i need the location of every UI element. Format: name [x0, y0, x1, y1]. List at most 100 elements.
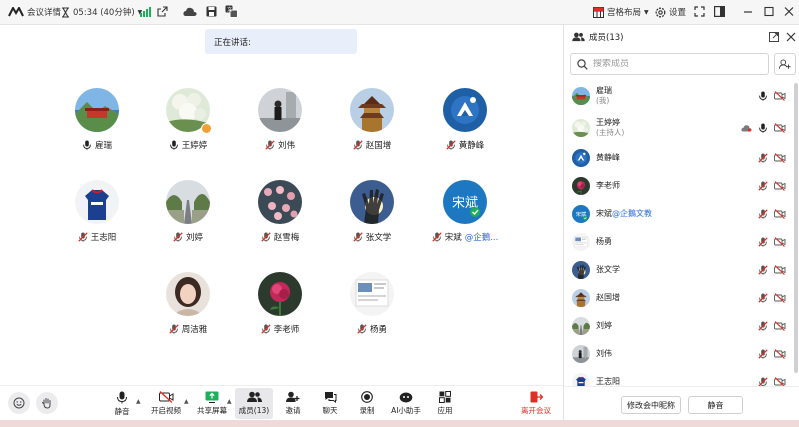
chat-button[interactable]: 聊天	[310, 388, 350, 419]
participant-tile[interactable]: 王婷婷	[138, 88, 238, 151]
microphone-muted-icon[interactable]	[758, 321, 768, 331]
member-search-input[interactable]	[593, 59, 763, 69]
leave-meeting-button[interactable]: 离开会议	[516, 388, 556, 419]
share-screen-button[interactable]: 共享屏幕	[192, 388, 232, 419]
save-icon[interactable]	[206, 6, 217, 17]
grid-layout-button[interactable]: 宫格布局 ▼	[593, 6, 649, 18]
start-video-label: 开启视频	[151, 406, 181, 415]
rename-in-meeting-button[interactable]: 修改会中昵称	[621, 396, 681, 414]
microphone-icon[interactable]	[758, 123, 768, 133]
participant-tile[interactable]: 杨勇	[322, 272, 422, 335]
video-off-icon[interactable]	[774, 293, 786, 303]
member-row[interactable]: 黄静峰	[564, 144, 799, 172]
microphone-muted-icon[interactable]	[758, 349, 768, 359]
avatar	[443, 88, 487, 132]
mute-options-chevron-icon[interactable]: ▲	[136, 398, 141, 405]
ai-assistant-button[interactable]: AI小助手	[386, 388, 426, 419]
speaking-indicator: 正在讲话:	[205, 29, 357, 54]
host-badge-icon	[201, 123, 212, 134]
member-list-scrollbar[interactable]	[794, 83, 798, 373]
member-avatar	[572, 87, 590, 105]
participant-tile[interactable]: 刘伟	[230, 88, 330, 151]
participant-tile[interactable]: 刘婷	[138, 180, 238, 243]
video-off-icon[interactable]	[774, 377, 786, 386]
meeting-info-button[interactable]: 会议详情	[8, 6, 61, 18]
cloud-icon[interactable]	[183, 6, 197, 17]
add-member-button[interactable]	[774, 53, 796, 75]
microphone-muted-icon[interactable]	[758, 377, 768, 386]
participant-tile[interactable]: 王志阳	[47, 180, 147, 243]
maximize-icon[interactable]	[764, 6, 774, 17]
microphone-muted-icon[interactable]	[758, 209, 768, 219]
popout-icon[interactable]	[157, 6, 168, 17]
member-row[interactable]: 雇瑞 (我)	[564, 80, 799, 112]
video-options-chevron-icon[interactable]: ▲	[184, 398, 189, 405]
start-video-button[interactable]: 开启视频	[146, 388, 186, 419]
participant-tile[interactable]: 宋斌 宋斌 @企鵝...	[415, 180, 515, 243]
video-off-icon[interactable]	[774, 265, 786, 275]
meeting-toolbar: 静音 ▲ 开启视频 ▲ 共享屏幕 ▲ 成员(13) 邀请 聊天 录制 AI小助手…	[0, 385, 563, 420]
participant-tile[interactable]: 李老师	[230, 272, 330, 335]
translate-icon[interactable]: 文	[225, 5, 238, 18]
members-panel-title: 成员(13)	[589, 33, 624, 43]
member-row[interactable]: 杨勇	[564, 228, 799, 256]
participant-name-row: 赵国增	[322, 139, 422, 151]
raise-hand-button[interactable]	[36, 392, 58, 414]
member-name-block: 王婷婷 (主持人)	[596, 118, 624, 138]
member-row[interactable]: 李老师	[564, 172, 799, 200]
member-row[interactable]: 王婷婷 (主持人)	[564, 112, 799, 144]
microphone-muted-icon[interactable]	[758, 237, 768, 247]
record-button[interactable]: 录制	[347, 388, 387, 419]
members-button[interactable]: 成员(13)	[235, 388, 273, 419]
avatar	[350, 180, 394, 224]
mute-all-button[interactable]: 静音	[688, 396, 743, 414]
close-panel-icon[interactable]	[786, 32, 796, 42]
member-row[interactable]: 宋斌 宋斌@企鵝文教	[564, 200, 799, 228]
video-off-icon[interactable]	[774, 181, 786, 191]
participant-tile[interactable]: 黄静峰	[415, 88, 515, 151]
close-icon[interactable]	[784, 6, 794, 17]
video-off-icon[interactable]	[774, 123, 786, 133]
settings-button[interactable]: 设置	[655, 6, 686, 18]
share-options-chevron-icon[interactable]: ▲	[227, 398, 232, 405]
microphone-muted-icon[interactable]	[758, 265, 768, 275]
mute-label: 静音	[114, 406, 130, 416]
member-row[interactable]: 刘婷	[564, 312, 799, 340]
network-signal-icon[interactable]	[140, 7, 151, 17]
member-row[interactable]: 王志阳	[564, 368, 799, 386]
fullscreen-icon[interactable]	[694, 6, 705, 17]
microphone-muted-icon[interactable]	[758, 181, 768, 191]
member-search-box[interactable]	[570, 53, 769, 75]
avatar: 宋斌	[443, 180, 487, 224]
member-row[interactable]: 赵国增	[564, 284, 799, 312]
invite-button[interactable]: 邀请	[273, 388, 313, 419]
video-off-icon[interactable]	[774, 153, 786, 163]
microphone-muted-icon[interactable]	[758, 293, 768, 303]
member-row[interactable]: 刘伟	[564, 340, 799, 368]
member-row[interactable]: 张文学	[564, 256, 799, 284]
member-avatar: 宋斌	[572, 205, 590, 223]
record-icon	[361, 391, 373, 403]
microphone-muted-icon[interactable]	[758, 153, 768, 163]
hourglass-icon	[61, 6, 70, 18]
emoji-reaction-button[interactable]	[8, 392, 30, 414]
search-icon	[577, 58, 588, 70]
video-off-icon[interactable]	[774, 349, 786, 359]
minimize-icon[interactable]	[743, 6, 753, 17]
apps-button[interactable]: 应用	[425, 388, 465, 419]
participant-name: 赵国增	[365, 141, 392, 151]
video-off-icon[interactable]	[774, 321, 786, 331]
participant-tile[interactable]: 赵雪梅	[230, 180, 330, 243]
participant-tile[interactable]: 雇瑞	[47, 88, 147, 151]
popout-panel-icon[interactable]	[769, 32, 779, 42]
video-off-icon[interactable]	[774, 209, 786, 219]
sidebar-toggle-icon[interactable]	[714, 6, 725, 17]
video-off-icon[interactable]	[774, 237, 786, 247]
participant-tile[interactable]: 赵国增	[322, 88, 422, 151]
microphone-icon[interactable]	[758, 91, 768, 101]
participant-tile[interactable]: 周洁雅	[138, 272, 238, 335]
participant-tile[interactable]: 张文学	[322, 180, 422, 243]
video-off-icon[interactable]	[774, 91, 786, 101]
meeting-timer[interactable]: 05:34 (40分钟) ▼	[61, 6, 142, 18]
participant-name: 刘伟	[277, 141, 295, 151]
